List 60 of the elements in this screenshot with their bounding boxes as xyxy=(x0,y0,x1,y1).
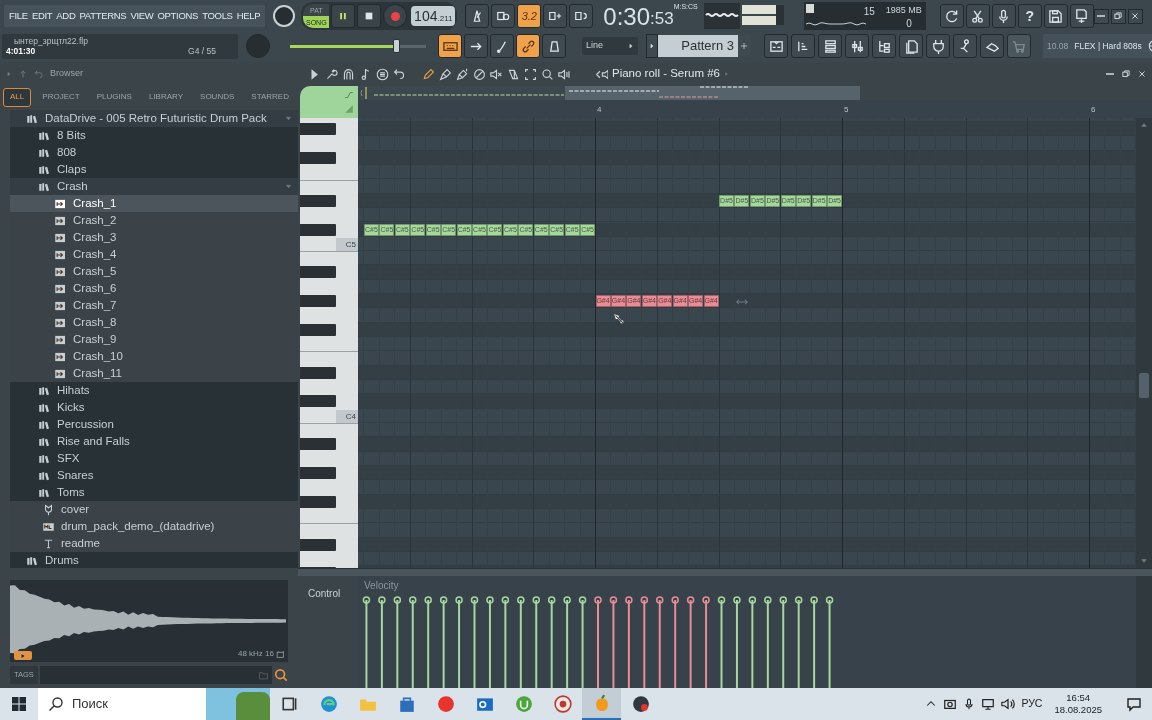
tree-item[interactable]: readme xyxy=(10,535,298,552)
menu-item[interactable]: HELP xyxy=(236,8,261,24)
browser-tab[interactable]: PLUGINS xyxy=(90,87,138,107)
menu-item[interactable]: OPTIONS xyxy=(157,8,199,24)
menu-item[interactable]: TOOLS xyxy=(202,8,233,24)
velocity-label: Velocity xyxy=(364,579,399,593)
project-file-name: ынтер_зрщтл22.flp xyxy=(13,35,89,46)
tree-item[interactable]: Crash_5 xyxy=(10,263,298,280)
tree-item[interactable]: Crash_3 xyxy=(10,229,298,246)
browser-tab[interactable]: SOUNDS xyxy=(194,87,241,107)
time-display: 0:30:53 xyxy=(603,2,674,31)
browser-tab[interactable]: PROJECT xyxy=(36,87,86,107)
browser-tab[interactable]: STARRED xyxy=(245,87,295,107)
window-title: Piano roll - Serum #6 xyxy=(612,66,721,82)
hint-text: FLEX | Hard 808s xyxy=(1074,39,1142,53)
piano-keyboard[interactable]: C5 C4 xyxy=(300,118,358,568)
tree-item[interactable]: Crash_10 xyxy=(10,348,298,365)
tree-item[interactable]: Crash_7 xyxy=(10,297,298,314)
menu-item[interactable]: EDIT xyxy=(31,8,53,24)
menu-item[interactable]: VIEW xyxy=(130,8,154,24)
control-label: Control xyxy=(308,588,341,599)
pattern-selector[interactable]: Pattern 3 xyxy=(658,35,738,57)
tree-item[interactable]: cover xyxy=(10,501,298,518)
clock-time[interactable]: 16:54 xyxy=(1066,692,1091,704)
bar-number: 5 xyxy=(844,104,849,116)
tree-item[interactable]: Crash xyxy=(10,178,298,195)
browser-tab[interactable]: LIBRARY xyxy=(142,87,189,107)
memory-reading: 1985 MB xyxy=(885,4,922,17)
key-label: C4 xyxy=(336,410,358,423)
tree-item[interactable]: Crash_8 xyxy=(10,314,298,331)
tree-item[interactable]: Crash_2 xyxy=(10,212,298,229)
menu-item[interactable]: PATTERNS xyxy=(79,8,127,24)
help-button[interactable]: ? xyxy=(1017,4,1042,28)
polyphony-reading: 0 xyxy=(906,17,912,31)
snap-dropdown[interactable]: Line xyxy=(582,37,638,55)
search-box[interactable]: Поиск xyxy=(38,688,270,720)
note-hint: G4 / 55 xyxy=(188,45,217,57)
tree-item[interactable]: Crash_4 xyxy=(10,246,298,263)
clock-date[interactable]: 18.08.2025 xyxy=(1054,704,1102,716)
toolbar-button[interactable]: 3.2 xyxy=(517,4,542,28)
tree-item[interactable]: Crash_11 xyxy=(10,365,298,382)
hint-version: 10.08 xyxy=(1047,39,1069,53)
key-label: C5 xyxy=(336,238,358,251)
sample-format-info: 48 kHz 16 xyxy=(237,648,274,660)
menu-item[interactable]: ADD xyxy=(56,8,76,24)
tree-item[interactable]: DataDrive - 005 Retro Futuristic Drum Pack xyxy=(10,110,298,127)
browser-title: Browser xyxy=(50,67,83,81)
tree-item[interactable]: drum_pack_demo_(datadrive) xyxy=(10,518,298,535)
tree-item[interactable]: Crash_6 xyxy=(10,280,298,297)
tempo-display[interactable]: 104.211 xyxy=(411,6,456,26)
cpu-reading: 15 xyxy=(863,5,875,19)
language-indicator[interactable]: РУС xyxy=(1021,696,1043,712)
tree-item[interactable]: Crash_9 xyxy=(10,331,298,348)
browser-tab[interactable]: ALL xyxy=(3,87,32,107)
search-field[interactable]: Поиск xyxy=(72,694,192,714)
menu-item[interactable]: FILE xyxy=(9,8,28,24)
song-position: 4:01:30 xyxy=(6,45,36,57)
bar-number: 4 xyxy=(597,104,602,116)
tree-item[interactable]: Crash_1 xyxy=(10,195,298,212)
bar-number: 6 xyxy=(1091,104,1096,116)
